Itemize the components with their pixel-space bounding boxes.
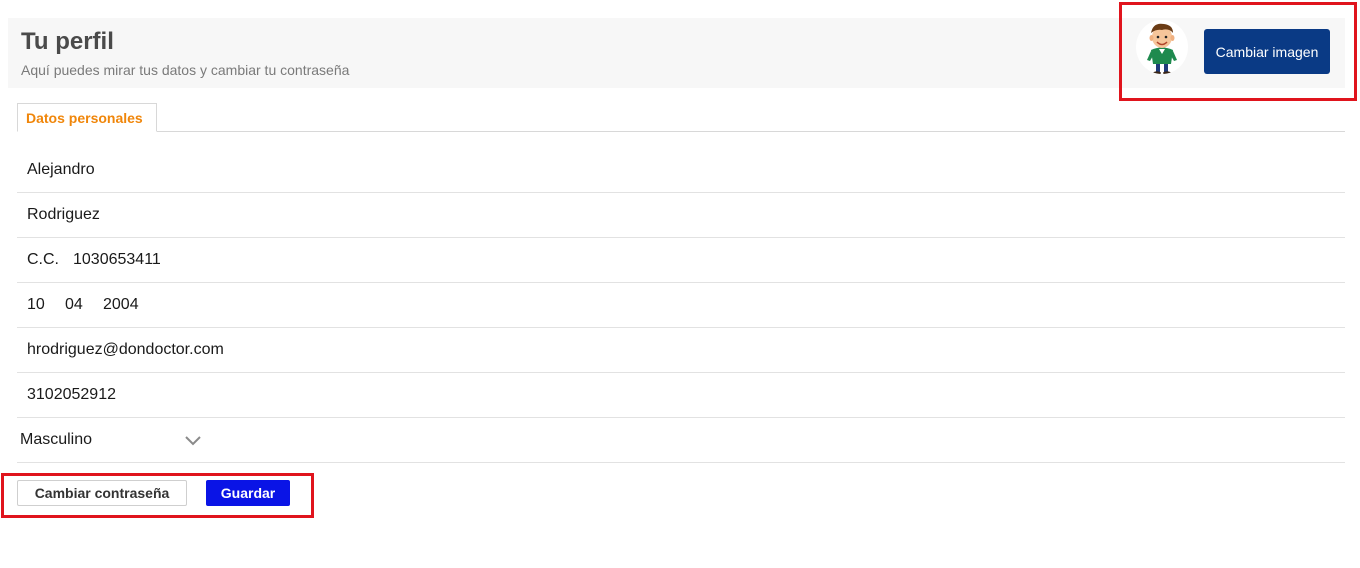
email-field[interactable]: hrodriguez@dondoctor.com [17, 328, 1345, 373]
first-name-field[interactable]: Alejandro [17, 148, 1345, 193]
birth-month-value: 04 [65, 296, 83, 313]
cartoon-man-avatar-icon [1147, 23, 1177, 74]
id-number-value: 1030653411 [73, 251, 161, 268]
avatar [1136, 20, 1188, 74]
birth-year-value: 2004 [103, 296, 139, 313]
change-image-button[interactable]: Cambiar imagen [1204, 29, 1330, 74]
chevron-down-icon [185, 436, 201, 446]
last-name-field[interactable]: Rodriguez [17, 193, 1345, 238]
tab-bar [17, 131, 1345, 132]
birth-day-value: 10 [27, 296, 45, 313]
tab-personal-data[interactable]: Datos personales [17, 103, 157, 132]
gender-select[interactable]: Masculino [17, 418, 1345, 463]
page-title: Tu perfil [21, 28, 114, 55]
page-subtitle: Aquí puedes mirar tus datos y cambiar tu… [21, 62, 350, 78]
last-name-value: Rodriguez [27, 206, 100, 223]
birth-date-field[interactable]: 10 04 2004 [17, 283, 1345, 328]
gender-value: Masculino [20, 431, 93, 448]
document-field[interactable]: C.C. 1030653411 [17, 238, 1345, 283]
save-button[interactable]: Guardar [206, 480, 290, 506]
phone-value: 3102052912 [27, 386, 116, 403]
phone-field[interactable]: 3102052912 [17, 373, 1345, 418]
email-value: hrodriguez@dondoctor.com [27, 341, 224, 358]
first-name-value: Alejandro [27, 161, 95, 178]
id-type-value: C.C. [27, 251, 59, 268]
change-password-button[interactable]: Cambiar contraseña [17, 480, 187, 506]
